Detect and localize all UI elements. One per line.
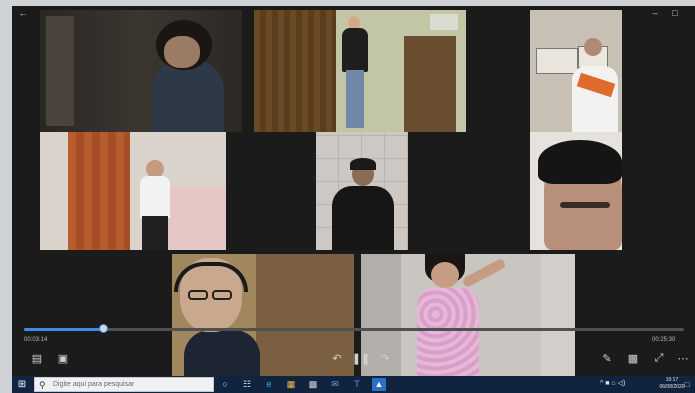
taskbar: ⊞ ⚲ Digite aqui para pesquisar ○ ☷ e ▦ ▩… — [12, 376, 695, 393]
captions-icon[interactable]: ▤ — [28, 350, 46, 366]
seek-bar[interactable] — [24, 324, 684, 333]
more-icon[interactable]: ⋯ — [674, 350, 692, 366]
edge-icon[interactable]: e — [262, 378, 276, 391]
rewind-icon[interactable]: ↶ — [328, 350, 346, 366]
seek-bar-thumb[interactable] — [99, 324, 109, 333]
video-tile-boy-holding-paper[interactable] — [530, 10, 622, 132]
mini-view-icon[interactable]: ▩ — [624, 350, 642, 366]
back-arrow-icon[interactable]: ← — [16, 7, 30, 19]
time-elapsed: 00:03:14 — [24, 337, 48, 343]
video-tile-boy-tiled-wall[interactable] — [316, 132, 408, 250]
search-placeholder: Digite aqui para pesquisar — [53, 381, 135, 388]
aspect-icon[interactable]: ▣ — [54, 350, 72, 366]
video-tile-man-standing[interactable] — [254, 10, 466, 132]
play-pause-icon[interactable]: ❚❚ — [352, 350, 370, 366]
photos-icon[interactable]: ▲ — [372, 378, 386, 391]
search-icon: ⚲ — [39, 380, 46, 390]
minimize-icon[interactable]: – — [648, 7, 662, 19]
fullscreen-icon[interactable]: ⤢ — [650, 350, 668, 366]
video-tile-child-curly-hair[interactable] — [40, 10, 242, 132]
edit-icon[interactable]: ✎ — [598, 350, 616, 366]
video-tile-boy-headphones[interactable] — [172, 254, 354, 376]
seek-bar-progress — [24, 328, 104, 331]
video-player-window: ← – □ 00:03:14 00:25:30 ▤ ▣ ↶ ❚❚ ↷ ✎ ▩ ⤢… — [12, 6, 695, 376]
store-icon[interactable]: ▩ — [306, 378, 320, 391]
teams-icon[interactable]: T — [350, 378, 364, 391]
cortana-icon[interactable]: ○ — [218, 378, 232, 391]
notifications-icon[interactable]: □ — [680, 378, 694, 391]
video-tile-girl-bedroom[interactable] — [40, 132, 226, 250]
time-remaining: 00:25:30 — [652, 337, 676, 343]
system-tray[interactable]: ^ ■ ⌂ ◁) — [600, 379, 625, 389]
task-view-icon[interactable]: ☷ — [240, 378, 254, 391]
file-explorer-icon[interactable]: ▦ — [284, 378, 298, 391]
windows-start-icon[interactable]: ⊞ — [15, 378, 29, 391]
mail-icon[interactable]: ✉ — [328, 378, 342, 391]
forward-icon[interactable]: ↷ — [376, 350, 394, 366]
video-tile-girl-closeup[interactable] — [530, 132, 622, 250]
taskbar-search-box[interactable]: ⚲ Digite aqui para pesquisar — [34, 377, 214, 392]
restore-icon[interactable]: □ — [668, 7, 682, 19]
